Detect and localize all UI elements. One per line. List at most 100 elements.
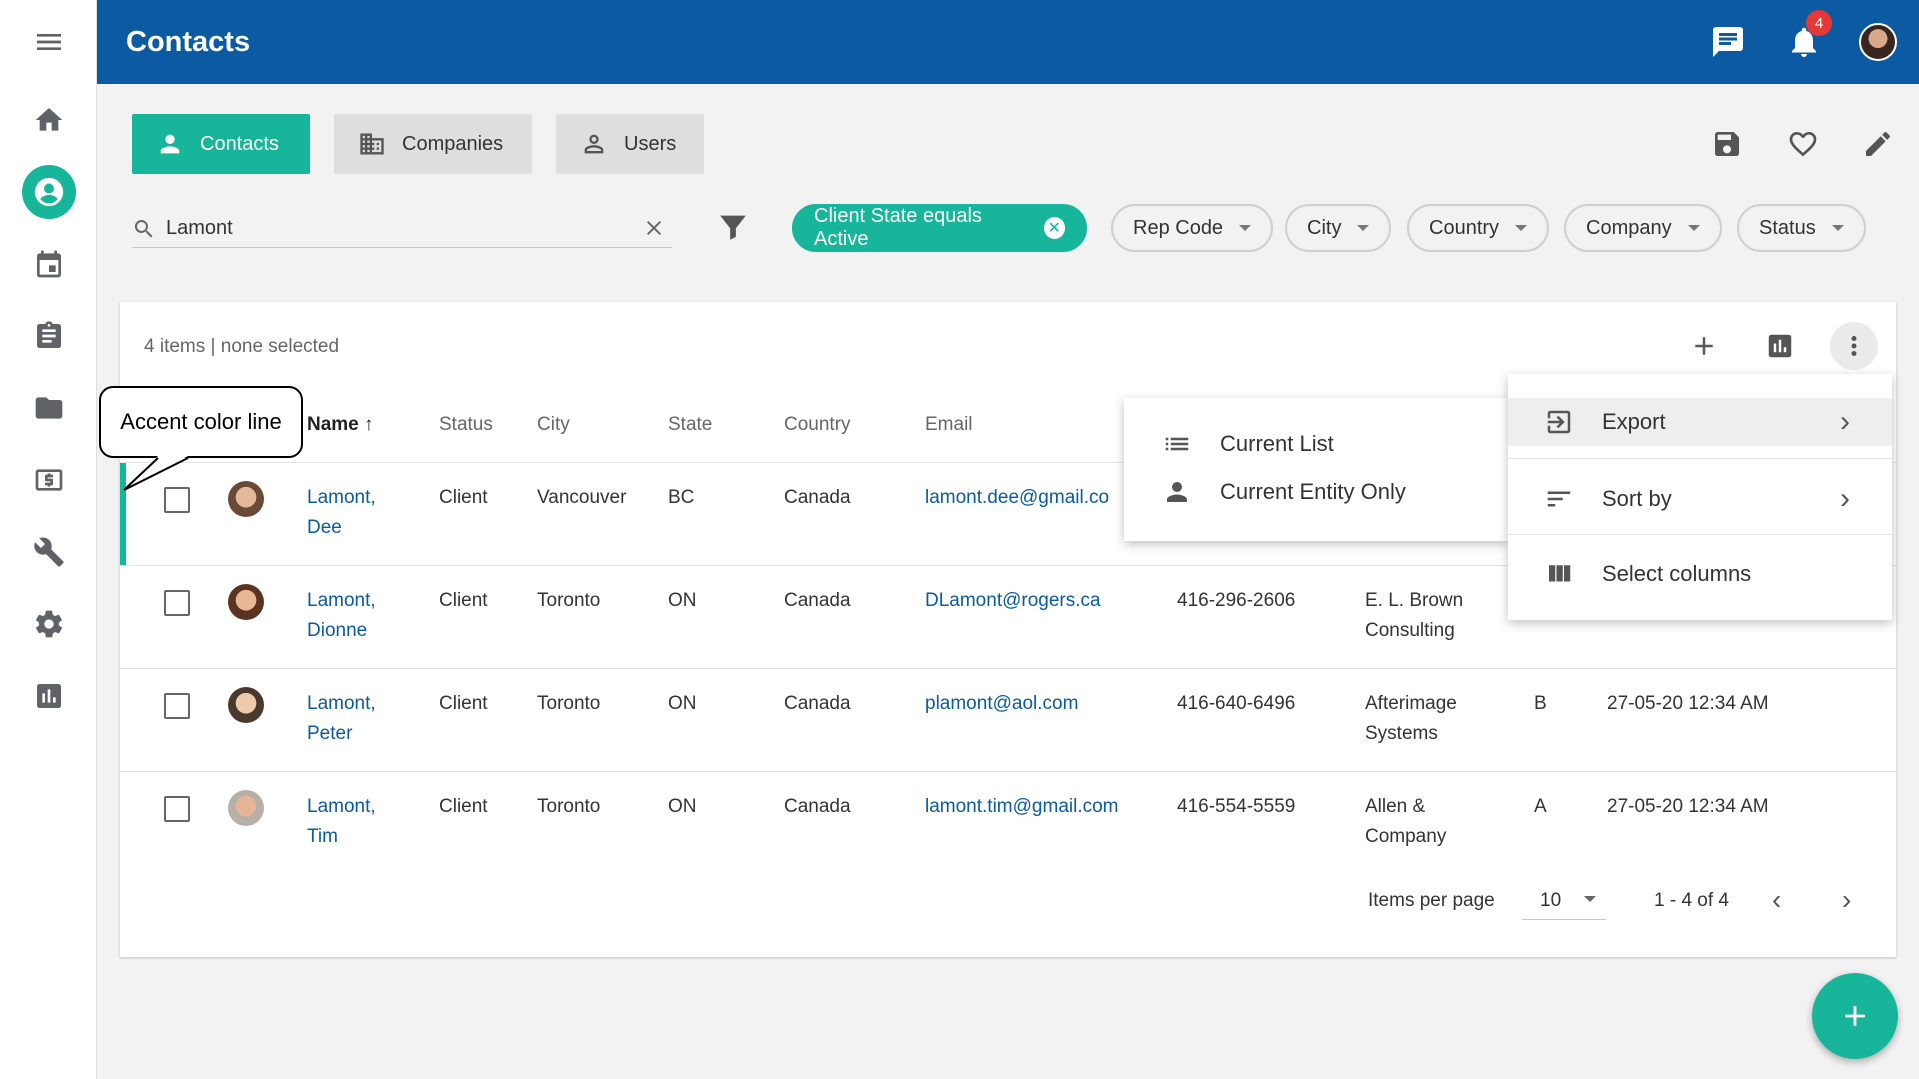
sort-icon — [1547, 491, 1571, 507]
filter-chip-status[interactable]: Status — [1737, 204, 1866, 252]
clear-search-icon[interactable] — [642, 216, 666, 240]
active-filter-chip[interactable]: Client State equals Active ✕ — [792, 204, 1087, 252]
chart-icon[interactable] — [1756, 322, 1804, 370]
plus-icon — [1845, 1006, 1865, 1026]
save-icon[interactable] — [1707, 124, 1747, 164]
tab-users-label: Users — [624, 132, 677, 155]
tools-icon[interactable] — [0, 522, 97, 582]
settings-icon[interactable] — [0, 594, 97, 654]
columns-icon — [1549, 565, 1571, 582]
chevron-right-icon: › — [1840, 405, 1850, 438]
column-header-state[interactable]: State — [668, 414, 712, 436]
row-checkbox[interactable] — [164, 590, 190, 616]
dropdown-caret-icon — [1831, 225, 1844, 231]
home-icon[interactable] — [0, 90, 97, 150]
menu-icon[interactable] — [0, 12, 97, 72]
page-range: 1 - 4 of 4 — [1654, 890, 1729, 911]
filter-chip-country[interactable]: Country — [1407, 204, 1550, 252]
tab-contacts[interactable]: Contacts — [132, 114, 310, 174]
contact-name-link[interactable]: Lamont, Dee — [307, 483, 376, 543]
prev-page-icon[interactable]: ‹ — [1772, 884, 1781, 916]
cell-phone: 416-640-6496 — [1177, 693, 1296, 714]
menu-item-sort-by[interactable]: Sort by › — [1508, 469, 1892, 529]
table-row[interactable]: Lamont, Peter Client Toronto ON Canada pl… — [120, 668, 1896, 771]
clipboard-icon[interactable] — [0, 306, 97, 366]
page-title: Contacts — [126, 25, 251, 58]
filter-icon[interactable] — [716, 210, 752, 246]
contact-photo — [228, 481, 264, 517]
person-icon — [1167, 482, 1187, 502]
column-header-city[interactable]: City — [537, 414, 570, 436]
menu-item-export[interactable]: Export › — [1508, 398, 1892, 446]
selection-status: none selected — [220, 336, 340, 357]
active-filter-label: Client State equals Active — [814, 205, 982, 250]
next-page-icon[interactable]: › — [1842, 884, 1851, 916]
column-header-status[interactable]: Status — [439, 414, 493, 436]
cell-state: BC — [668, 487, 695, 508]
cell-status: Client — [439, 487, 488, 508]
billing-icon[interactable] — [0, 450, 97, 510]
cell-phone: 416-296-2606 — [1177, 590, 1296, 611]
user-outline-icon — [584, 134, 604, 154]
row-checkbox[interactable] — [164, 693, 190, 719]
cell-state: ON — [668, 590, 697, 611]
cell-email-link[interactable]: lamont.tim@gmail.com — [925, 792, 1119, 822]
tab-companies[interactable]: Companies — [334, 114, 532, 174]
more-actions-menu: Export › Sort by › Select columns — [1508, 374, 1892, 620]
contact-name-link[interactable]: Lamont, Tim — [307, 792, 376, 852]
cell-phone: 416-554-5559 — [1177, 796, 1296, 817]
menu-item-current-entity[interactable]: Current Entity Only — [1124, 462, 1508, 522]
dropdown-caret-icon — [1357, 225, 1370, 231]
chip-label: Company — [1586, 216, 1672, 239]
contact-name-link[interactable]: Lamont, Peter — [307, 689, 376, 749]
menu-item-select-columns[interactable]: Select columns — [1508, 544, 1892, 604]
search-bar — [132, 210, 672, 248]
remove-filter-icon[interactable]: ✕ — [1043, 217, 1065, 239]
cell-rep-code: A — [1534, 796, 1547, 817]
filter-chip-rep-code[interactable]: Rep Code — [1111, 204, 1274, 252]
reports-icon[interactable] — [0, 666, 97, 726]
more-vert-icon[interactable] — [1830, 322, 1878, 370]
chat-icon[interactable] — [1708, 22, 1748, 62]
column-header-country[interactable]: Country — [784, 414, 851, 436]
calendar-icon[interactable] — [0, 234, 97, 294]
filter-chip-company[interactable]: Company — [1564, 204, 1722, 252]
sort-asc-icon: ↑ — [364, 414, 374, 435]
contact-photo — [228, 584, 264, 620]
cell-email-link[interactable]: lamont.dee@gmail.co — [925, 483, 1109, 513]
cell-state: ON — [668, 693, 697, 714]
row-checkbox[interactable] — [164, 796, 190, 822]
add-icon[interactable] — [1680, 322, 1728, 370]
tab-users[interactable]: Users — [556, 114, 704, 174]
filter-chip-city[interactable]: City — [1285, 204, 1392, 252]
selection-summary: 4 items | none selected — [144, 336, 340, 357]
contacts-icon[interactable] — [0, 162, 97, 222]
cell-rep-code: B — [1534, 693, 1547, 714]
cell-country: Canada — [784, 693, 851, 714]
contact-photo — [228, 687, 264, 723]
cell-email-link[interactable]: DLamont@rogers.ca — [925, 586, 1101, 616]
table-row[interactable]: Lamont, Tim Client Toronto ON Canada lamo… — [120, 771, 1896, 874]
column-header-email[interactable]: Email — [925, 414, 973, 436]
edit-icon[interactable] — [1858, 124, 1898, 164]
column-header-name[interactable]: Name ↑ — [307, 414, 374, 436]
dropdown-caret-icon — [1584, 896, 1596, 902]
cell-status: Client — [439, 693, 488, 714]
notifications-icon[interactable]: 4 — [1784, 10, 1832, 62]
cell-email-link[interactable]: plamont@aol.com — [925, 689, 1078, 719]
favorite-icon[interactable] — [1783, 124, 1823, 164]
items-per-page-select[interactable]: 10 — [1522, 880, 1606, 920]
cell-city: Vancouver — [537, 487, 627, 508]
cell-date: 27-05-20 12:34 AM — [1607, 693, 1769, 714]
user-avatar[interactable] — [1858, 22, 1898, 62]
add-contact-fab[interactable] — [1812, 973, 1898, 1059]
tab-companies-label: Companies — [402, 132, 504, 155]
contact-name-link[interactable]: Lamont, Dionne — [307, 586, 376, 646]
menu-divider — [1508, 534, 1892, 535]
chip-label: Status — [1759, 216, 1816, 239]
items-per-page-label: Items per page — [1368, 890, 1495, 911]
cell-state: ON — [668, 796, 697, 817]
cell-country: Canada — [784, 590, 851, 611]
folder-icon[interactable] — [0, 378, 97, 438]
search-input[interactable] — [166, 217, 626, 240]
